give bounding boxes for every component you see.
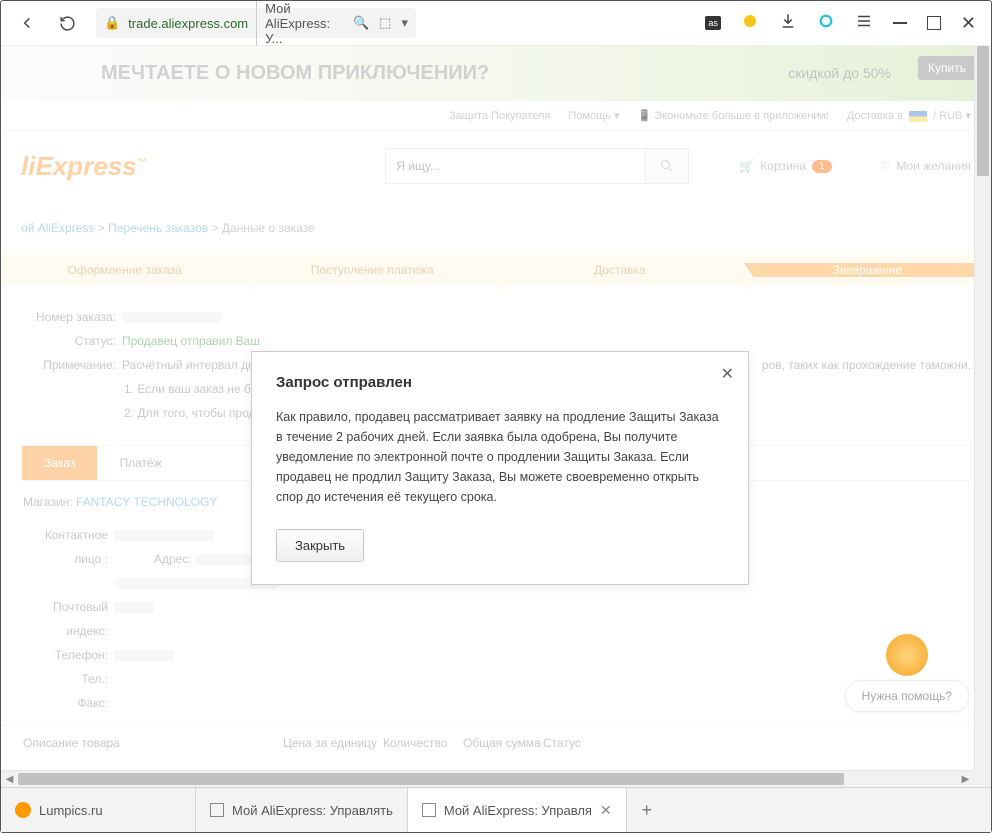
modal-title: Запрос отправлен — [276, 374, 724, 391]
order-steps: Оформление заказа Поступление платежа До… — [1, 255, 991, 285]
site-header: liExpress™ 🛒 Корзина 1 ♡ Мои желания — [1, 131, 991, 201]
address-domain: trade.aliexpress.com — [128, 16, 248, 31]
order-note-value: Расчётный интервал дос — [122, 358, 261, 372]
request-sent-modal: ✕ Запрос отправлен Как правило, продавец… — [251, 351, 749, 585]
ext-icon-3[interactable] — [817, 12, 835, 35]
step-3: Доставка — [496, 263, 744, 277]
modal-close-icon[interactable]: ✕ — [721, 364, 734, 384]
menu-icon[interactable] — [855, 12, 873, 35]
vertical-scrollbar[interactable] — [974, 46, 991, 770]
minimize-button[interactable] — [893, 22, 907, 24]
search-box — [385, 148, 689, 184]
col-price: Цена за единицу — [283, 736, 383, 750]
top-utility-bar: Защита Покупателя Помощь ▾ 📱 Экономьте б… — [1, 101, 991, 131]
store-label: Магазин: — [23, 495, 73, 509]
modal-close-button[interactable]: Закрыть — [276, 529, 364, 562]
browser-tab-3[interactable]: Мой AliExpress: Управля ✕ — [408, 788, 627, 832]
favicon-icon — [422, 803, 436, 817]
bookmark-icon[interactable]: ▾ — [401, 15, 408, 31]
vertical-scroll-thumb[interactable] — [977, 46, 989, 176]
breadcrumb: ой AliExpress > Перечень заказов > Данны… — [1, 201, 991, 255]
help-link[interactable]: Помощь ▾ — [568, 109, 619, 122]
flag-icon — [909, 111, 927, 122]
order-status-value: Продавец отправил Ваш — [122, 334, 260, 348]
horizontal-scroll-thumb[interactable] — [18, 773, 844, 785]
ship-to[interactable]: Доставка в / RUB ▾ — [847, 109, 971, 122]
translate-icon[interactable]: ⬚ — [379, 15, 391, 31]
tab-close-icon[interactable]: ✕ — [600, 802, 612, 819]
banner-buy-button[interactable]: Купить — [918, 56, 976, 80]
favicon-icon — [15, 802, 31, 818]
wishlist-link[interactable]: ♡ Мои желания — [880, 159, 971, 173]
back-button[interactable] — [16, 12, 38, 34]
address-bar[interactable]: 🔒 trade.aliexpress.com Мой AliExpress: У… — [96, 8, 416, 38]
col-qty: Количество — [383, 736, 463, 750]
maximize-button[interactable] — [927, 16, 941, 30]
help-bubble[interactable]: Нужна помощь? — [845, 680, 969, 712]
scroll-left-arrow[interactable]: ◀ — [1, 774, 18, 785]
reload-button[interactable] — [56, 12, 78, 34]
crumb-my[interactable]: ой AliExpress — [21, 221, 94, 235]
col-status: Статус — [543, 736, 623, 750]
cart-badge: 1 — [812, 160, 832, 173]
tab-order[interactable]: Заказ — [22, 446, 97, 480]
app-link[interactable]: 📱 Экономьте больше в приложении! — [637, 109, 828, 122]
order-num-label: Номер заказа: — [21, 305, 116, 329]
browser-toolbar: 🔒 trade.aliexpress.com Мой AliExpress: У… — [1, 1, 991, 46]
browser-tab-strip: Lumpics.ru Мой AliExpress: Управлять Мой… — [1, 787, 991, 832]
ext-icon-2[interactable] — [741, 12, 759, 35]
banner-headline: МЕЧТАЕТЕ О НОВОМ ПРИКЛЮЧЕНИИ? — [101, 62, 489, 85]
zoom-icon[interactable]: 🔍 — [353, 15, 369, 31]
crumb-orders[interactable]: Перечень заказов — [108, 221, 208, 235]
order-status-label: Статус: — [21, 329, 116, 353]
order-note-label: Примечание: — [21, 353, 116, 377]
promo-banner[interactable]: МЕЧТАЕТЕ О НОВОМ ПРИКЛЮЧЕНИИ? скидкой до… — [1, 46, 991, 101]
new-tab-button[interactable]: + — [627, 788, 667, 832]
window-close-button[interactable]: ✕ — [961, 13, 976, 34]
step-1: Оформление заказа — [1, 263, 249, 277]
address-title: Мой AliExpress: У... — [256, 1, 345, 46]
col-desc: Описание товара — [23, 736, 283, 750]
cart-link[interactable]: 🛒 Корзина 1 — [739, 159, 831, 173]
favicon-icon — [210, 803, 224, 817]
logo[interactable]: liExpress™ — [21, 151, 147, 182]
buyer-protection-link[interactable]: Защита Покупателя — [449, 110, 550, 122]
order-num-value — [122, 312, 222, 323]
lock-icon: 🔒 — [104, 15, 120, 31]
items-table-head: Описание товара Цена за единицу Количест… — [1, 725, 991, 760]
ext-icon-1[interactable]: as — [705, 16, 721, 30]
search-button[interactable] — [645, 148, 689, 184]
browser-tab-1[interactable]: Lumpics.ru — [1, 788, 196, 832]
scroll-corner — [974, 770, 991, 787]
banner-sub: скидкой до 50% — [788, 64, 891, 82]
assistant-icon — [886, 634, 928, 676]
crumb-current: Данные о заказе — [222, 221, 315, 235]
tab-payment[interactable]: Платёж — [97, 446, 183, 480]
downloads-icon[interactable] — [779, 12, 797, 35]
browser-tab-2[interactable]: Мой AliExpress: Управлять — [196, 788, 408, 832]
step-4: Завершение — [744, 263, 992, 277]
scroll-right-arrow[interactable]: ▶ — [957, 774, 974, 785]
store-name[interactable]: FANTACY TECHNOLOGY — [76, 495, 217, 509]
horizontal-scrollbar[interactable]: ◀ ▶ — [1, 770, 974, 787]
step-2: Поступление платежа — [249, 263, 497, 277]
modal-body: Как правило, продавец рассматривает заяв… — [276, 407, 724, 507]
help-widget[interactable]: Нужна помощь? — [845, 634, 969, 712]
search-input[interactable] — [385, 148, 645, 184]
address-icons: 🔍 ⬚ ▾ — [353, 15, 408, 31]
col-total: Общая сумма — [463, 736, 543, 750]
